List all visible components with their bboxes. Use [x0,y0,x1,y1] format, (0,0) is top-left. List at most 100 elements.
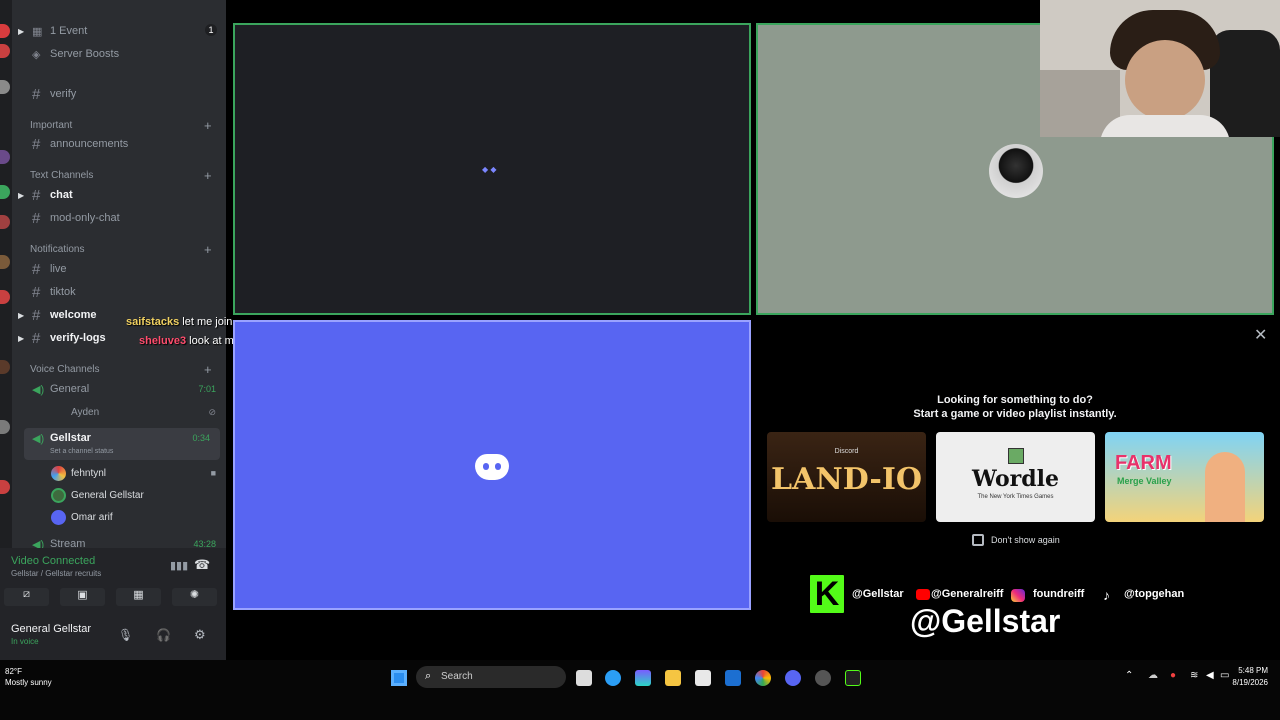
hash-icon: # [32,135,41,153]
server-icon[interactable] [0,185,10,199]
person-shirt [1100,115,1230,137]
member-name: Omar arif [71,511,113,523]
video-tile-loading[interactable]: ◆ ◆ [233,23,751,315]
voice-channel-gellstar[interactable]: ◀) Gellstar 0:34 Set a channel status [24,428,220,460]
chevron-up-icon[interactable]: ⌃ [1125,670,1133,681]
clock-date[interactable]: 8/19/2026 [1220,678,1268,687]
video-tile-discord[interactable] [233,320,751,610]
person-face [1125,40,1205,120]
channel-announcements[interactable]: # announcements [12,133,226,155]
channel-live[interactable]: # live [12,258,226,280]
count-badge: 1 [205,24,217,36]
obs-icon[interactable] [815,670,831,686]
wifi-icon[interactable]: ≋ [1190,670,1198,681]
server-icon[interactable] [0,80,10,94]
activity-card-wordle[interactable]: Wordle The New York Times Games [936,432,1095,522]
avatar [51,487,66,503]
channel-tiktok[interactable]: # tiktok [12,281,226,303]
voice-member[interactable]: Omar arif [12,506,226,528]
server-icon[interactable] [0,215,10,229]
category-voice-channels[interactable]: Voice Channels + [12,358,226,380]
weather-desc[interactable]: Mostly sunny [5,678,52,687]
voice-member[interactable]: Ayden ⊘ [12,401,226,423]
server-icon[interactable] [0,44,10,58]
taskbar-search-box[interactable]: ⌕ Search [416,666,566,688]
dont-show-label[interactable]: Don't show again [991,535,1060,545]
channel-label: tiktok [50,286,76,298]
add-channel-icon[interactable]: + [204,362,212,377]
outlook-icon[interactable] [725,670,741,686]
disconnect-icon[interactable]: ☎ [194,557,210,573]
character-image [1205,452,1245,522]
channel-verify[interactable]: # verify [12,83,226,105]
social-handle: @Gellstar [852,588,904,600]
voice-member[interactable]: General Gellstar [12,484,226,506]
headphones-icon[interactable]: 🎧 [156,628,171,642]
server-icon[interactable] [0,480,10,494]
discord-icon[interactable] [785,670,801,686]
avatar [51,465,66,481]
windows-start-icon[interactable] [391,670,407,686]
sidebar-item-label: Server Boosts [50,48,120,60]
server-icon[interactable] [0,290,10,304]
unread-indicator-icon: ▶ [18,333,25,343]
edge-browser-icon[interactable] [605,670,621,686]
server-icon[interactable] [0,360,10,374]
settings-gear-icon[interactable]: ⚙ [194,627,206,643]
activity-card-land-io[interactable]: Discord LAND-IO [767,432,926,522]
game-title: FARM [1115,452,1172,474]
stream-chat-line: saifstacks let me join [126,316,232,328]
sidebar-item-server-boosts[interactable]: ◈ Server Boosts [12,43,226,65]
user-status: In voice [11,637,39,646]
category-label: Notifications [30,243,85,255]
close-icon[interactable]: ✕ [1254,325,1267,345]
server-icon[interactable] [0,255,10,269]
clock-time[interactable]: 5:48 PM [1220,666,1268,675]
file-explorer-icon[interactable] [665,670,681,686]
app-icon[interactable] [845,670,861,686]
mic-muted-icon: ⊘ [208,406,216,417]
activity-card-farm[interactable]: FARM Merge Valley [1105,432,1264,522]
category-notifications[interactable]: Notifications + [12,238,226,260]
video-off-button[interactable]: ⧄ [4,588,49,606]
member-name: Ayden [71,406,100,418]
hash-icon: # [32,306,41,324]
voice-channel-general[interactable]: ◀) General 7:01 [12,378,226,400]
mic-icon[interactable]: ● [1170,670,1176,681]
dont-show-checkbox[interactable] [972,534,984,546]
task-view-icon[interactable] [576,670,592,686]
chrome-icon[interactable] [755,670,771,686]
store-icon[interactable] [695,670,711,686]
volume-icon[interactable]: ◀ [1206,670,1214,681]
chat-message: let me join [182,316,233,328]
hash-icon: # [32,260,41,278]
server-icon[interactable] [0,24,10,38]
soundboard-button[interactable]: ✺ [172,588,217,606]
microphone-icon[interactable]: 🎙 [118,628,133,642]
category-label: Voice Channels [30,363,100,375]
share-screen-button[interactable]: ▣ [60,588,105,606]
server-icon[interactable] [0,420,10,434]
user-name[interactable]: General Gellstar [11,623,91,635]
add-channel-icon[interactable]: + [204,242,212,257]
tiktok-icon: ♪ [1103,587,1110,603]
streamer-handle: @Gellstar [910,603,1061,639]
activities-button[interactable]: ▦ [116,588,161,606]
voice-member[interactable]: fehntynl ■ [12,462,226,484]
add-channel-icon[interactable]: + [204,168,212,183]
gaming-chair [1210,30,1280,137]
voice-panel: Video Connected Gellstar / Gellstar recr… [0,548,226,660]
channel-chat[interactable]: ▶ # chat [12,184,226,206]
category-text-channels[interactable]: Text Channels + [12,164,226,186]
copilot-icon[interactable] [635,670,651,686]
cloud-icon[interactable]: ☁ [1148,670,1158,681]
server-icon[interactable] [0,150,10,164]
channel-mod-only-chat[interactable]: # mod-only-chat [12,207,226,229]
signal-icon[interactable]: ▮▮▮ [170,559,188,572]
voice-location[interactable]: Gellstar / Gellstar recruits [11,569,101,578]
game-title: Wordle [972,466,1059,492]
channel-status[interactable]: Set a channel status [50,448,113,455]
weather-temp[interactable]: 82°F [5,667,22,676]
sidebar-item-event[interactable]: ▶ ▦ 1 Event 1 [12,20,226,42]
add-channel-icon[interactable]: + [204,118,212,133]
